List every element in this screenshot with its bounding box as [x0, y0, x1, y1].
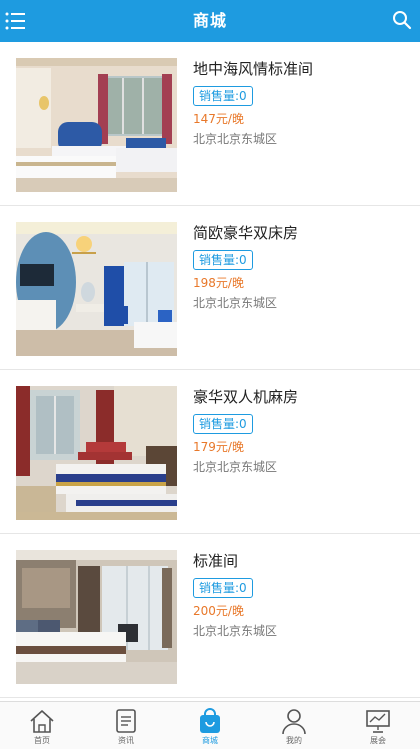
- room-price: 200元/晚: [193, 604, 244, 618]
- room-info: 豪华双人机麻房 销售量:0 179元/晚 北京北京东城区: [193, 386, 412, 476]
- tab-exhibition[interactable]: 展会: [336, 702, 420, 749]
- room-photo[interactable]: [16, 386, 177, 520]
- tab-label: 首页: [34, 736, 50, 745]
- home-icon: [30, 710, 54, 733]
- tab-shop[interactable]: 商城: [168, 702, 252, 749]
- tab-label: 资讯: [118, 736, 134, 745]
- bottom-tab-bar: 首页 资讯 商城 我的 展会: [0, 701, 420, 749]
- tab-home[interactable]: 首页: [0, 702, 84, 749]
- sales-badge: 销售量:0: [193, 578, 253, 598]
- shop-bag-icon: [200, 708, 220, 733]
- room-list-item[interactable]: 简欧豪华双床房 销售量:0 198元/晚 北京北京东城区: [0, 206, 420, 370]
- room-location: 北京北京东城区: [193, 296, 278, 310]
- room-location: 北京北京东城区: [193, 624, 278, 638]
- room-price: 179元/晚: [193, 440, 244, 454]
- page-title: 商城: [192, 11, 227, 30]
- room-list-item[interactable]: 豪华双人机麻房 销售量:0 179元/晚 北京北京东城区: [0, 370, 420, 534]
- tab-news[interactable]: 资讯: [84, 702, 168, 749]
- sales-badge: 销售量:0: [193, 414, 253, 434]
- room-name[interactable]: 标准间: [193, 550, 412, 572]
- room-name[interactable]: 豪华双人机麻房: [193, 386, 412, 408]
- room-list: 地中海风情标准间 销售量:0 147元/晚 北京北京东城区 简欧豪华双床房 销售…: [0, 42, 420, 698]
- room-name[interactable]: 地中海风情标准间: [193, 58, 412, 80]
- exhibition-icon: [366, 710, 390, 733]
- room-info: 地中海风情标准间 销售量:0 147元/晚 北京北京东城区: [193, 58, 412, 148]
- tab-label: 展会: [370, 736, 386, 745]
- room-photo[interactable]: [16, 550, 177, 684]
- room-price: 198元/晚: [193, 276, 244, 290]
- room-list-item[interactable]: 地中海风情标准间 销售量:0 147元/晚 北京北京东城区: [0, 42, 420, 206]
- search-icon[interactable]: [392, 10, 412, 30]
- news-icon: [116, 709, 136, 733]
- tab-profile[interactable]: 我的: [252, 702, 336, 749]
- room-list-item[interactable]: 标准间 销售量:0 200元/晚 北京北京东城区: [0, 534, 420, 698]
- sales-badge: 销售量:0: [193, 86, 253, 106]
- tab-label: 商城: [202, 736, 218, 745]
- room-info: 简欧豪华双床房 销售量:0 198元/晚 北京北京东城区: [193, 222, 412, 312]
- sales-badge: 销售量:0: [193, 250, 253, 270]
- room-info: 标准间 销售量:0 200元/晚 北京北京东城区: [193, 550, 412, 640]
- room-location: 北京北京东城区: [193, 460, 278, 474]
- top-bar: 商城: [0, 0, 420, 42]
- tab-label: 我的: [286, 736, 302, 745]
- room-price: 147元/晚: [193, 112, 244, 126]
- room-name[interactable]: 简欧豪华双床房: [193, 222, 412, 244]
- room-photo[interactable]: [16, 222, 177, 356]
- user-icon: [282, 709, 306, 735]
- room-location: 北京北京东城区: [193, 132, 278, 146]
- room-photo[interactable]: [16, 58, 177, 192]
